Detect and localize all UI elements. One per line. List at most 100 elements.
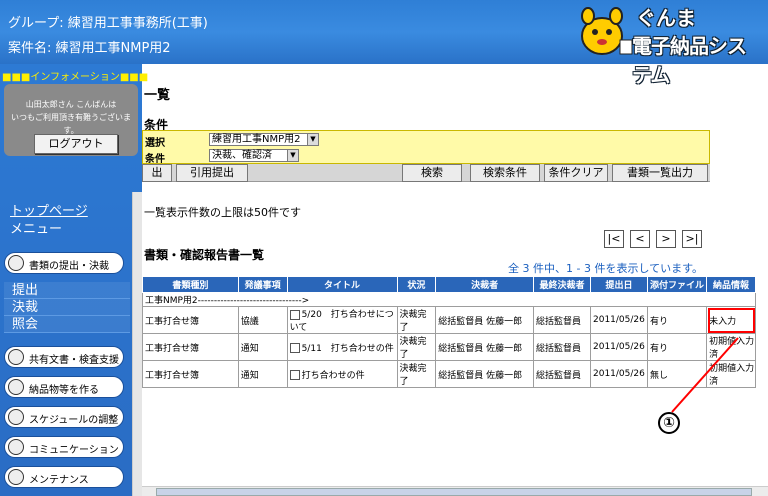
cell-approver: 総括監督員 佐藤一郎 bbox=[435, 360, 534, 388]
cell-final: 総括監督員 bbox=[532, 360, 592, 388]
limit-notice: 一覧表示件数の上限は50件です bbox=[144, 206, 301, 219]
menu-item-submit-approve[interactable]: 書類の提出・決裁 bbox=[4, 252, 124, 274]
table-row[interactable]: 工事打合せ簿 協議 5/20 打ち合わせについて 決裁完了 総括監督員 佐藤一郎… bbox=[142, 306, 756, 334]
cell-delivery[interactable]: 初期値入力済 bbox=[706, 360, 756, 388]
select-label: 選択 bbox=[145, 138, 165, 149]
cell-title[interactable]: 打ち合わせの件 bbox=[286, 360, 398, 388]
group-row-label[interactable]: 工事NMP用2--------------------------------> bbox=[142, 292, 756, 307]
chevron-down-icon: ▼ bbox=[287, 150, 298, 161]
title-link[interactable]: 5/11 打ち合わせの件 bbox=[302, 344, 394, 354]
first-page-button[interactable]: |< bbox=[604, 230, 624, 248]
row-checkbox[interactable] bbox=[289, 370, 300, 380]
prev-page-button[interactable]: < bbox=[630, 230, 650, 248]
menu-item-label: コミュニケーション bbox=[29, 445, 119, 456]
document-icon bbox=[8, 255, 24, 271]
result-count: 全 3 件中、1 - 3 件を表示しています。 bbox=[508, 262, 704, 275]
greeting-text: 山田太郎さん こんばんは いつもご利用頂き有難うございます。 bbox=[11, 100, 131, 135]
menu-item-label: 共有文書・検査支援 bbox=[29, 355, 119, 366]
menu-label: メニュー bbox=[10, 222, 63, 237]
search-conditions-button[interactable]: 検索条件 bbox=[470, 164, 540, 182]
app-header: グループ: 練習用工事事務所(工事) 案件名: 練習用工事NMP用2 ぐんま 電… bbox=[0, 0, 768, 87]
documents-table: 書類種別 発議事項 タイトル 状況 決裁者 最終決裁者 提出日 添付ファイル 納… bbox=[142, 276, 756, 388]
info-heading: ■■■インフォメーション■■■ bbox=[2, 72, 149, 83]
menu-item-shared-docs[interactable]: 共有文書・検査支援 bbox=[4, 346, 124, 368]
cell-approver: 総括監督員 佐藤一郎 bbox=[435, 333, 534, 361]
document-icon bbox=[8, 349, 24, 365]
sidebar: ■■■インフォメーション■■■ 山田太郎さん こんばんは いつもご利用頂き有難う… bbox=[0, 64, 148, 496]
cell-type: 工事打合せ簿 bbox=[142, 333, 239, 361]
cell-issue: 通知 bbox=[237, 333, 288, 361]
case-name: 案件名: 練習用工事NMP用2 bbox=[8, 41, 171, 56]
top-page-link[interactable]: トップページ bbox=[10, 200, 88, 219]
col-doc-type[interactable]: 書類種別 bbox=[142, 276, 239, 293]
submenu-item-approve[interactable]: 決裁 bbox=[4, 299, 130, 316]
annotation-number: ① bbox=[658, 412, 680, 434]
wrench-icon bbox=[8, 469, 24, 485]
search-button[interactable]: 検索 bbox=[402, 164, 462, 182]
next-page-button[interactable]: > bbox=[656, 230, 676, 248]
cell-status: 決裁完了 bbox=[396, 333, 437, 361]
condition-label: 条件 bbox=[145, 154, 165, 165]
cell-final: 総括監督員 bbox=[532, 306, 592, 334]
status-select[interactable]: 決裁、確認済 ▼ bbox=[209, 149, 299, 162]
sidebar-scrollbar[interactable] bbox=[132, 192, 142, 496]
cell-delivery[interactable]: 初期値入力済 bbox=[706, 333, 756, 361]
cell-delivery[interactable]: 未入力 bbox=[706, 306, 756, 334]
menu-item-deliverables[interactable]: 納品物等を作る bbox=[4, 376, 124, 398]
menu-item-communication[interactable]: コミュニケーション bbox=[4, 436, 124, 458]
title-link[interactable]: 5/20 打ち合わせについて bbox=[290, 310, 394, 333]
user-box: 山田太郎さん こんばんは いつもご利用頂き有難うございます。 ログアウト bbox=[4, 84, 138, 156]
gunma-logo: ぐんま 電子納品システム bbox=[572, 2, 762, 87]
menu-item-schedule[interactable]: スケジュールの調整 bbox=[4, 406, 124, 428]
logout-button[interactable]: ログアウト bbox=[34, 134, 118, 154]
clear-conditions-button[interactable]: 条件クリア bbox=[544, 164, 608, 182]
cell-type: 工事打合せ簿 bbox=[142, 306, 239, 334]
cell-date: 2011/05/26 bbox=[589, 360, 649, 388]
col-approver[interactable]: 決裁者 bbox=[435, 276, 534, 293]
col-issue[interactable]: 発議事項 bbox=[237, 276, 288, 293]
col-title[interactable]: タイトル bbox=[286, 276, 398, 293]
cell-issue: 通知 bbox=[237, 360, 288, 388]
table-row[interactable]: 工事打合せ簿 通知 打ち合わせの件 決裁完了 総括監督員 佐藤一郎 総括監督員 … bbox=[142, 360, 756, 388]
menu-item-maintenance[interactable]: メンテナンス bbox=[4, 466, 124, 488]
project-select[interactable]: 練習用工事NMP用2 ▼ bbox=[209, 133, 319, 146]
col-submit-date[interactable]: 提出日 bbox=[589, 276, 649, 293]
export-list-button[interactable]: 書類一覧出力 bbox=[612, 164, 708, 182]
calendar-icon bbox=[8, 409, 24, 425]
cell-attach[interactable]: 有り bbox=[647, 306, 708, 334]
chat-icon bbox=[8, 439, 24, 455]
menu-item-label: スケジュールの調整 bbox=[29, 415, 119, 426]
submenu-item-submit[interactable]: 提出 bbox=[4, 282, 130, 299]
cell-attach[interactable]: 有り bbox=[647, 333, 708, 361]
cell-issue: 協議 bbox=[237, 306, 288, 334]
menu-item-label: 納品物等を作る bbox=[29, 385, 99, 396]
project-select-value: 練習用工事NMP用2 bbox=[212, 134, 301, 145]
col-status[interactable]: 状況 bbox=[396, 276, 437, 293]
col-delivery[interactable]: 納品情報 bbox=[706, 276, 756, 293]
cell-date: 2011/05/26 bbox=[589, 306, 649, 334]
cell-title[interactable]: 5/20 打ち合わせについて bbox=[286, 306, 398, 334]
cell-title[interactable]: 5/11 打ち合わせの件 bbox=[286, 333, 398, 361]
col-final-approver[interactable]: 最終決裁者 bbox=[532, 276, 592, 293]
cell-attach[interactable]: 無し bbox=[647, 360, 708, 388]
logo-text-1: ぐんま bbox=[636, 6, 696, 30]
chevron-down-icon: ▼ bbox=[307, 134, 318, 145]
page-title: 一覧 bbox=[144, 88, 171, 103]
status-select-value: 決裁、確認済 bbox=[212, 150, 272, 161]
row-checkbox[interactable] bbox=[289, 309, 300, 320]
button-bar: 出 引用提出 検索 検索条件 条件クリア 書類一覧出力 bbox=[142, 164, 710, 182]
row-checkbox[interactable] bbox=[289, 343, 300, 353]
group-row: 工事NMP用2--------------------------------> bbox=[142, 292, 756, 307]
quote-submit-button[interactable]: 引用提出 bbox=[176, 164, 248, 182]
horizontal-scrollbar[interactable] bbox=[142, 486, 768, 496]
scrollbar-thumb[interactable] bbox=[156, 488, 752, 496]
table-row[interactable]: 工事打合せ簿 通知 5/11 打ち合わせの件 決裁完了 総括監督員 佐藤一郎 総… bbox=[142, 333, 756, 361]
submenu-item-inquiry[interactable]: 照会 bbox=[4, 316, 130, 333]
title-link[interactable]: 打ち合わせの件 bbox=[302, 371, 365, 381]
last-page-button[interactable]: >| bbox=[682, 230, 702, 248]
col-attachment[interactable]: 添付ファイル bbox=[647, 276, 708, 293]
cell-status: 決裁完了 bbox=[396, 360, 437, 388]
submit-button[interactable]: 出 bbox=[142, 164, 172, 182]
list-title: 書類・確認報告書一覧 bbox=[144, 248, 265, 262]
menu-item-label: メンテナンス bbox=[29, 475, 89, 486]
